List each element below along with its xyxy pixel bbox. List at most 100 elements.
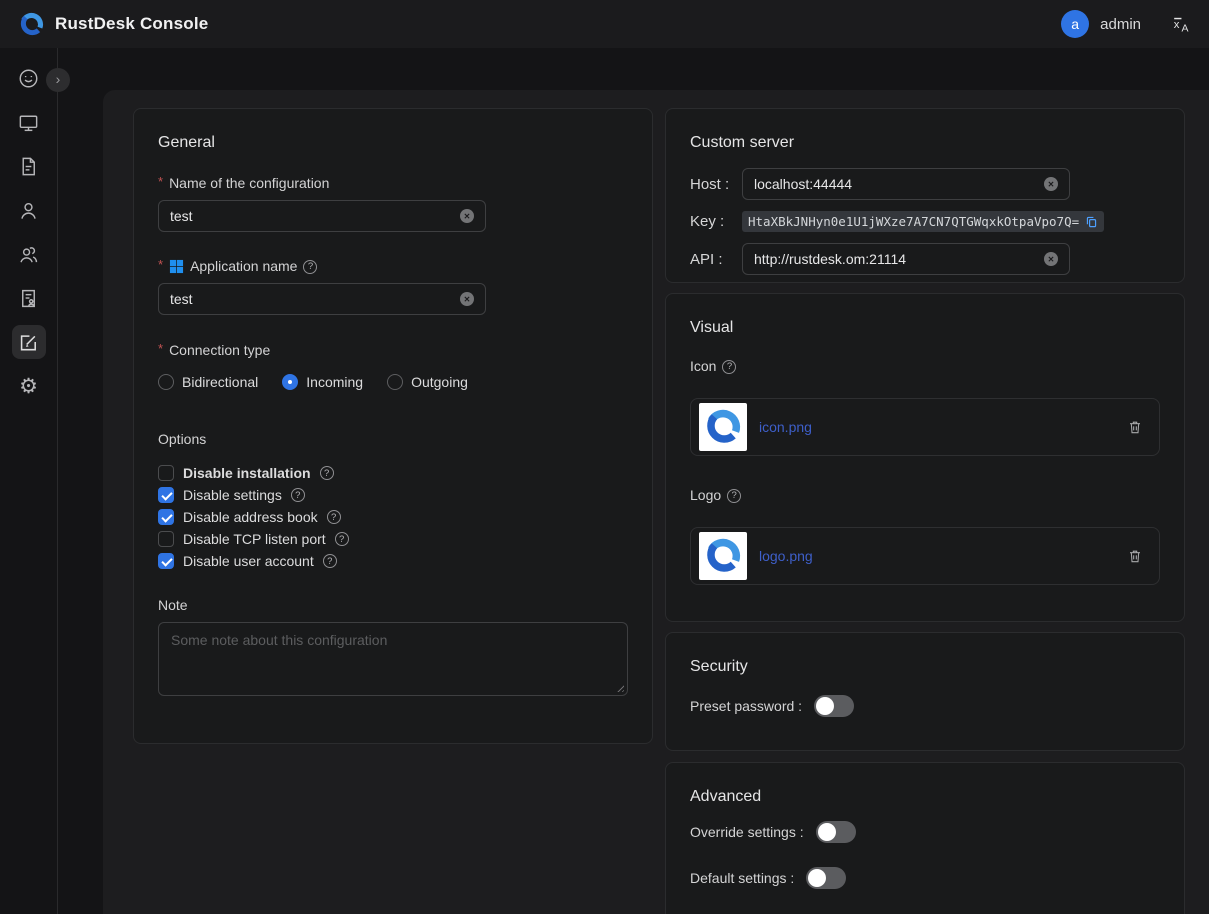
top-bar: RustDesk Console a admin x A (0, 0, 1209, 48)
checkbox-box[interactable] (158, 487, 174, 503)
audit-log-icon (17, 287, 40, 310)
note-textarea[interactable]: Some note about this configuration (158, 622, 628, 696)
help-icon[interactable] (335, 532, 349, 546)
checkbox-disable-tcp-listen-port[interactable]: Disable TCP listen port (158, 528, 628, 550)
host-label: Host : (690, 176, 742, 193)
icon-thumbnail (699, 403, 747, 451)
key-row: Key : HtaXBkJNHyn0e1U1jWXze7A7CN7QTGWqxk… (690, 211, 1160, 232)
help-icon[interactable] (327, 510, 341, 524)
sidebar-item-groups[interactable] (12, 237, 46, 271)
note-placeholder: Some note about this configuration (171, 632, 387, 648)
sidebar-item-audit[interactable] (12, 281, 46, 315)
user-name[interactable]: admin (1100, 16, 1141, 33)
config-name-input[interactable]: test (158, 200, 486, 232)
default-settings-toggle[interactable] (806, 867, 846, 889)
clear-icon[interactable] (1044, 177, 1058, 191)
trash-icon[interactable] (1127, 548, 1143, 564)
override-settings-row: Override settings : (690, 820, 1160, 844)
host-input[interactable]: localhost:44444 (742, 168, 1070, 200)
api-input[interactable]: http://rustdesk.om:21114 (742, 243, 1070, 275)
note-label: Note (158, 596, 628, 615)
trash-icon[interactable] (1127, 419, 1143, 435)
main-panel: General Name of the configuration test (103, 90, 1209, 914)
help-icon[interactable] (303, 260, 317, 274)
windows-icon (169, 259, 184, 274)
help-icon[interactable] (320, 466, 334, 480)
general-card-title: General (158, 133, 628, 152)
sidebar-item-devices[interactable] (12, 105, 46, 139)
sidebar-item-documents[interactable] (12, 149, 46, 183)
host-row: Host : localhost:44444 (690, 168, 1160, 200)
preset-password-toggle[interactable] (814, 695, 854, 717)
advanced-card: Advanced Override settings : Default set… (665, 762, 1185, 914)
clear-icon[interactable] (460, 209, 474, 223)
general-card: General Name of the configuration test (133, 108, 653, 744)
sidebar-item-console[interactable] (12, 325, 46, 359)
default-settings-label: Default settings : (690, 870, 794, 886)
icon-file-link[interactable]: icon.png (759, 419, 812, 435)
user-avatar[interactable]: a (1061, 10, 1089, 38)
checkbox-disable-settings[interactable]: Disable settings (158, 484, 628, 506)
edit-console-icon (17, 331, 40, 354)
resize-grip[interactable] (615, 683, 624, 692)
logo-label: Logo (690, 486, 1160, 505)
application-name-label: Application name (158, 257, 628, 276)
key-value: HtaXBkJNHyn0e1U1jWXze7A7CN7QTGWqxkOtpaVp… (748, 214, 1079, 229)
override-settings-toggle[interactable] (816, 821, 856, 843)
advanced-title: Advanced (690, 787, 1160, 806)
application-name-input[interactable]: test (158, 283, 486, 315)
radio-bidirectional[interactable]: Bidirectional (158, 374, 258, 390)
app-title: RustDesk Console (55, 14, 208, 34)
svg-text:x: x (1174, 19, 1180, 31)
copy-icon[interactable] (1085, 215, 1098, 228)
monitor-devices-icon (17, 111, 40, 134)
help-icon[interactable] (323, 554, 337, 568)
clear-icon[interactable] (460, 292, 474, 306)
config-name-label: Name of the configuration (158, 174, 628, 193)
checkbox-disable-user-account[interactable]: Disable user account (158, 550, 628, 572)
users-group-icon (17, 243, 40, 266)
logo-file-link[interactable]: logo.png (759, 548, 813, 564)
user-icon (17, 199, 40, 222)
security-card: Security Preset password : (665, 632, 1185, 751)
sidebar-item-smiley[interactable] (12, 61, 46, 95)
sidebar-item-settings[interactable]: ⚙ (12, 369, 46, 403)
checkbox-disable-address-book[interactable]: Disable address book (158, 506, 628, 528)
radio-circle[interactable] (387, 374, 403, 390)
override-settings-label: Override settings : (690, 824, 804, 840)
clear-icon[interactable] (1044, 252, 1058, 266)
custom-server-title: Custom server (690, 133, 1160, 152)
help-icon[interactable] (722, 360, 736, 374)
checkbox-box[interactable] (158, 553, 174, 569)
language-translate-icon[interactable]: x A (1171, 14, 1191, 34)
sidebar: ⚙ (0, 48, 58, 914)
checkbox-box[interactable] (158, 465, 174, 481)
visual-card: Visual Icon icon.png (665, 293, 1185, 622)
checkbox-box[interactable] (158, 531, 174, 547)
logo-upload-row: logo.png (690, 527, 1160, 585)
smiley-dashboard-icon (17, 67, 40, 90)
custom-server-card: Custom server Host : localhost:44444 Key… (665, 108, 1185, 283)
security-title: Security (690, 657, 1160, 676)
required-asterisk (158, 174, 163, 193)
radio-incoming[interactable]: Incoming (282, 374, 363, 390)
connection-type-label: Connection type (158, 341, 628, 360)
preset-password-row: Preset password : (690, 694, 1160, 718)
radio-outgoing[interactable]: Outgoing (387, 374, 468, 390)
help-icon[interactable] (291, 488, 305, 502)
required-asterisk (158, 341, 163, 360)
required-asterisk (158, 257, 163, 276)
sidebar-expand-button[interactable] (46, 68, 70, 92)
sidebar-item-user[interactable] (12, 193, 46, 227)
rustdesk-console-app: RustDesk Console a admin x A (0, 0, 1209, 914)
preset-password-label: Preset password : (690, 698, 802, 714)
checkbox-disable-installation[interactable]: Disable installation (158, 462, 628, 484)
icon-upload-row: icon.png (690, 398, 1160, 456)
options-checkbox-list: Disable installation Disable settings Di… (158, 462, 628, 572)
checkbox-box[interactable] (158, 509, 174, 525)
host-value: localhost:44444 (754, 176, 852, 192)
api-value: http://rustdesk.om:21114 (754, 251, 906, 267)
help-icon[interactable] (727, 489, 741, 503)
radio-circle[interactable] (158, 374, 174, 390)
radio-circle[interactable] (282, 374, 298, 390)
